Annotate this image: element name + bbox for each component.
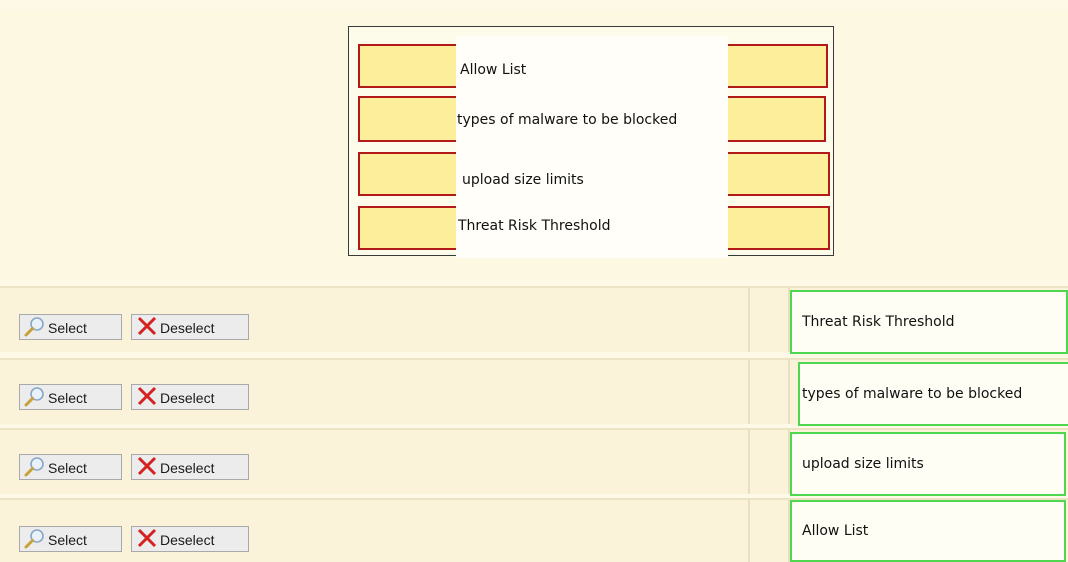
drop-slot-right-2[interactable] [718,96,826,142]
red-x-icon [136,386,158,408]
answer-box[interactable]: upload size limits [790,432,1066,496]
page: Allow List types of malware to be blocke… [0,0,1068,562]
row-spacer-cell [752,288,790,352]
draggable-item-allow-list[interactable]: Allow List [460,62,526,78]
draggable-item-threat-risk[interactable]: Threat Risk Threshold [458,218,610,234]
answer-box[interactable]: types of malware to be blocked [798,362,1068,426]
select-button-label: Select [48,320,87,336]
drop-slot-right-4[interactable] [718,206,830,250]
deselect-button[interactable]: Deselect [131,526,249,552]
draggable-item-malware-types[interactable]: types of malware to be blocked [457,112,677,128]
deselect-button-label: Deselect [160,460,215,476]
drop-slot-left-4[interactable] [358,206,468,250]
magnifier-icon [24,316,46,338]
drop-slot-left-2[interactable] [358,96,468,142]
select-button-label: Select [48,390,87,406]
answer-box[interactable]: Threat Risk Threshold [790,290,1068,354]
select-button[interactable]: Select [19,314,122,340]
drop-slot-left-1[interactable] [358,44,468,88]
select-button[interactable]: Select [19,454,122,480]
deselect-button-label: Deselect [160,390,215,406]
red-x-icon [136,316,158,338]
draggable-item-upload-size[interactable]: upload size limits [462,172,584,188]
select-button-label: Select [48,532,87,548]
deselect-button[interactable]: Deselect [131,454,249,480]
magnifier-icon [24,528,46,550]
select-button-label: Select [48,460,87,476]
drop-slot-left-3[interactable] [358,152,468,196]
deselect-button-label: Deselect [160,320,215,336]
row-spacer-cell [752,500,790,562]
red-x-icon [136,528,158,550]
deselect-button[interactable]: Deselect [131,314,249,340]
drop-slot-right-1[interactable] [718,44,828,88]
drop-slot-right-3[interactable] [718,152,830,196]
deselect-button[interactable]: Deselect [131,384,249,410]
red-x-icon [136,456,158,478]
magnifier-icon [24,386,46,408]
select-button[interactable]: Select [19,384,122,410]
row-spacer-cell [752,360,790,424]
magnifier-icon [24,456,46,478]
answer-box[interactable]: Allow List [790,500,1066,562]
deselect-button-label: Deselect [160,532,215,548]
select-button[interactable]: Select [19,526,122,552]
row-spacer-cell [752,430,790,494]
